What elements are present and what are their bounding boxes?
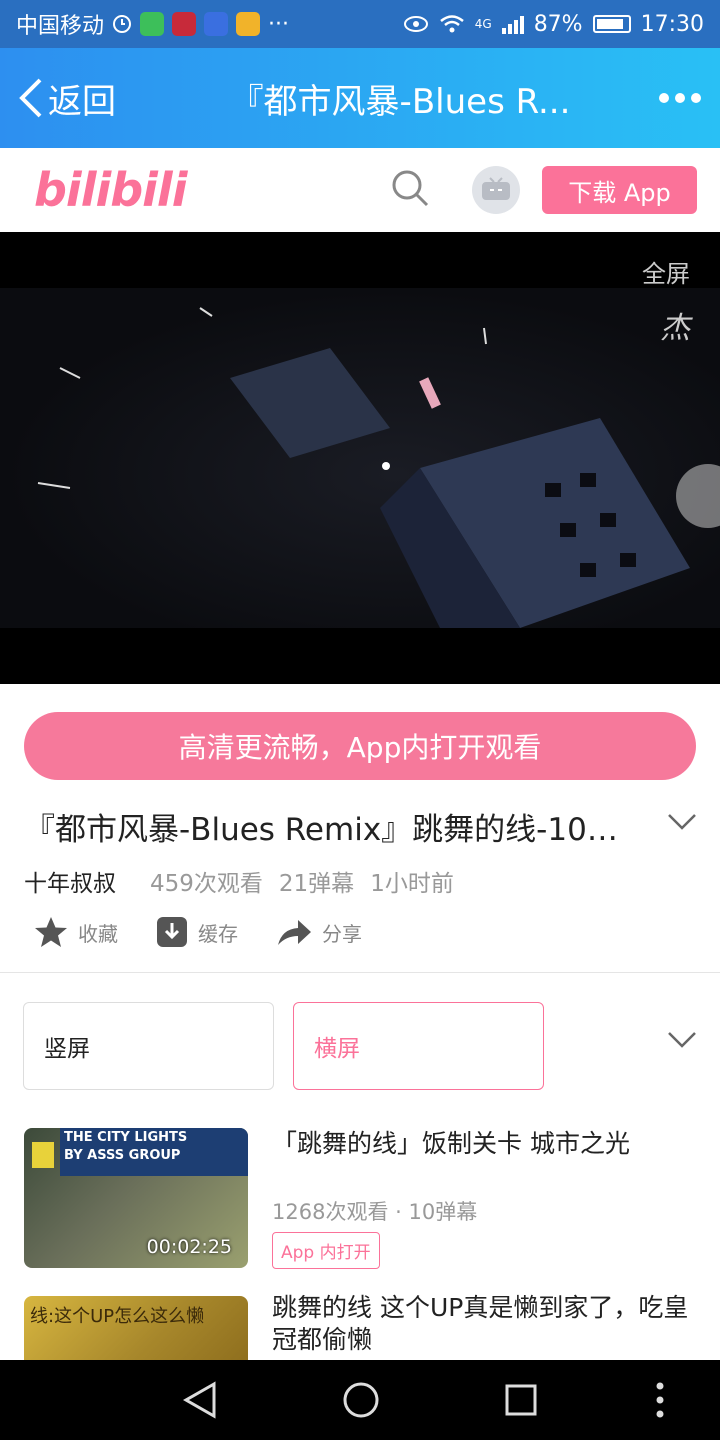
favorite-label: 收藏 bbox=[78, 921, 118, 946]
video-scene-graphic: 杰 bbox=[37, 307, 693, 628]
divider bbox=[0, 972, 720, 973]
nav-title: 『都市风暴-Blues R... bbox=[229, 81, 571, 122]
chevron-down-icon[interactable] bbox=[666, 812, 698, 832]
back-button[interactable]: 返回 bbox=[0, 74, 180, 123]
video-frame: 杰 bbox=[0, 288, 720, 628]
thumbnail-text: BY ASSS GROUP bbox=[64, 1148, 181, 1163]
system-navigation-bar bbox=[0, 1360, 720, 1440]
menu-dots-icon[interactable] bbox=[652, 1380, 668, 1420]
baidu-notify-icon bbox=[204, 12, 229, 36]
share-label: 分享 bbox=[322, 921, 362, 946]
view-count: 459次观看 bbox=[150, 871, 263, 897]
avatar[interactable] bbox=[472, 166, 520, 214]
signal-icon bbox=[501, 14, 524, 34]
weibo-notify-icon bbox=[236, 12, 261, 36]
site-header: bilibili 下载 App bbox=[0, 148, 720, 232]
video-thumbnail[interactable]: THE CITY LIGHTS BY ASSS GROUP 00:02:25 bbox=[24, 1128, 248, 1268]
danmaku-count: 21弹幕 bbox=[278, 871, 355, 897]
landscape-tab[interactable]: 横屏 bbox=[293, 1002, 544, 1090]
dot-icon bbox=[691, 93, 701, 103]
carrier-label: 中国移动 bbox=[16, 14, 105, 39]
battery-icon bbox=[592, 15, 631, 33]
thumbnail-text: THE CITY LIGHTS bbox=[64, 1130, 188, 1145]
action-bar: 收藏 缓存 分享 bbox=[34, 916, 362, 948]
author-name[interactable]: 十年叔叔 bbox=[24, 864, 116, 898]
search-icon[interactable] bbox=[390, 168, 430, 208]
fullscreen-button[interactable]: 全屏 bbox=[642, 254, 690, 289]
battery-percent: 87% bbox=[533, 11, 583, 37]
portrait-tab[interactable]: 竖屏 bbox=[23, 1002, 274, 1090]
wechat-notify-icon bbox=[140, 12, 165, 36]
share-button[interactable]: 分享 bbox=[276, 916, 362, 948]
svg-text:杰: 杰 bbox=[660, 311, 693, 346]
more-notifications-icon: ··· bbox=[268, 11, 289, 37]
video-title: 『都市风暴-Blues Remix』跳舞的线-108... bbox=[24, 812, 624, 848]
cube-icon bbox=[32, 1142, 54, 1168]
cache-label: 缓存 bbox=[198, 921, 238, 946]
open-in-app-tag[interactable]: App 内打开 bbox=[272, 1232, 380, 1269]
eye-icon bbox=[403, 16, 428, 32]
video-thumbnail[interactable]: 线:这个UP怎么这么懒 bbox=[24, 1296, 248, 1360]
download-app-button[interactable]: 下载 App bbox=[542, 166, 697, 214]
download-icon bbox=[157, 917, 187, 947]
share-icon bbox=[278, 920, 311, 945]
nav-bar: 返回 『都市风暴-Blues R... bbox=[0, 48, 720, 148]
huawei-notify-icon bbox=[172, 12, 197, 36]
star-icon bbox=[35, 917, 67, 947]
status-bar: 中国移动 ··· 4G 87% 17:30 bbox=[0, 0, 720, 48]
recents-square-icon[interactable] bbox=[504, 1380, 538, 1420]
chevron-left-icon bbox=[19, 78, 42, 118]
network-type: 4G bbox=[474, 17, 492, 31]
video-meta: 十年叔叔 459次观看 21弹幕 1小时前 bbox=[24, 864, 454, 898]
bilibili-logo[interactable]: bilibili bbox=[34, 163, 187, 217]
thumbnail-text: 线:这个UP怎么这么懒 bbox=[30, 1306, 205, 1327]
wifi-icon bbox=[439, 15, 464, 33]
cache-button[interactable]: 缓存 bbox=[156, 916, 238, 948]
back-triangle-icon[interactable] bbox=[182, 1380, 218, 1420]
chevron-down-icon[interactable] bbox=[666, 1030, 698, 1050]
dot-icon bbox=[675, 93, 685, 103]
more-menu-button[interactable] bbox=[640, 93, 720, 103]
favorite-button[interactable]: 收藏 bbox=[34, 916, 118, 948]
related-title[interactable]: 「跳舞的线」饭制关卡 城市之光 bbox=[272, 1128, 692, 1160]
clock-icon bbox=[113, 15, 132, 33]
related-title[interactable]: 跳舞的线 这个UP真是懒到家了，吃皇冠都偷懒 bbox=[272, 1292, 692, 1356]
related-stats: 1268次观看 · 10弹幕 bbox=[272, 1200, 478, 1224]
publish-time: 1小时前 bbox=[370, 871, 454, 897]
open-in-app-button[interactable]: 高清更流畅，App内打开观看 bbox=[24, 712, 696, 780]
list-item[interactable]: 线:这个UP怎么这么懒 跳舞的线 这个UP真是懒到家了，吃皇冠都偷懒 bbox=[24, 1293, 704, 1360]
dot-icon bbox=[659, 93, 669, 103]
back-label: 返回 bbox=[48, 81, 116, 122]
list-item[interactable]: THE CITY LIGHTS BY ASSS GROUP 00:02:25 「… bbox=[24, 1128, 704, 1269]
video-duration: 00:02:25 bbox=[146, 1236, 232, 1258]
video-player[interactable]: 杰 全屏 bbox=[0, 232, 720, 684]
clock-time: 17:30 bbox=[640, 11, 704, 37]
home-circle-icon[interactable] bbox=[342, 1380, 380, 1420]
tv-mascot-icon bbox=[482, 177, 510, 200]
